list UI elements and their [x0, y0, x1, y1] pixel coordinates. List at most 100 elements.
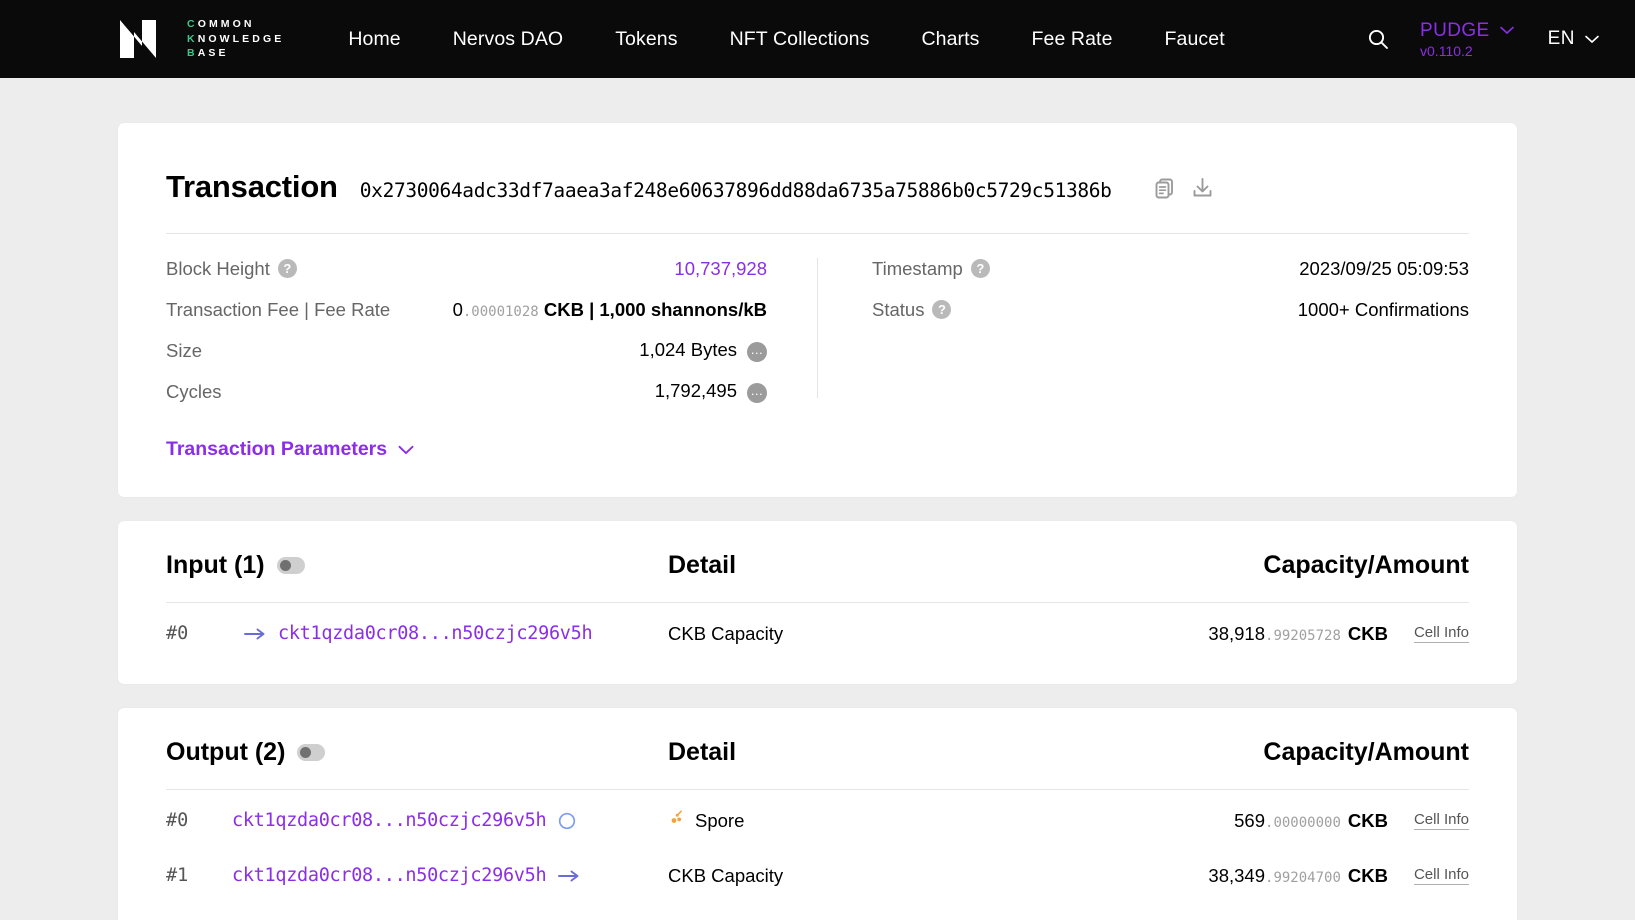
nav-item-nft-collections[interactable]: NFT Collections	[704, 28, 896, 51]
search-icon	[1368, 29, 1388, 49]
nav-item-home[interactable]: Home	[330, 28, 426, 51]
input-col-capacity: Capacity/Amount	[1263, 551, 1469, 579]
transaction-fields-right: Timestamp ? 2023/09/25 05:09:53 Status ?…	[818, 248, 1469, 412]
input-detail-label: CKB Capacity	[668, 622, 784, 644]
transaction-overview-card: Transaction 0x2730064adc33df7aaea3af248e…	[118, 123, 1517, 497]
site-header: COMMON KNOWLEDGE BASE Home Nervos DAO To…	[0, 0, 1635, 78]
main-nav: Home Nervos DAO Tokens NFT Collections C…	[330, 28, 1250, 51]
timestamp-value: 2023/09/25 05:09:53	[1299, 257, 1469, 279]
more-icon[interactable]: …	[747, 341, 767, 362]
help-icon[interactable]: ?	[932, 300, 952, 319]
output-cell-index: #1 ckt1qzda0cr08...n50czjc296v5h	[166, 865, 668, 886]
field-label-text: Transaction Fee | Fee Rate	[166, 298, 391, 320]
copy-hash-button[interactable]	[1152, 175, 1177, 200]
output-title-label: Output (2)	[166, 738, 286, 766]
logo-text: COMMON KNOWLEDGE BASE	[187, 19, 284, 59]
capacity-decimal: .00000000	[1265, 814, 1341, 831]
copy-icon	[1155, 178, 1173, 198]
help-icon[interactable]: ?	[277, 259, 297, 278]
field-transaction-fee: Transaction Fee | Fee Rate 0.00001028 CK…	[166, 289, 767, 330]
chevron-down-icon	[1499, 26, 1514, 35]
chain-selector[interactable]: PUDGE v0.110.2	[1420, 20, 1514, 59]
transaction-fee-value: 0.00001028 CKB | 1,000 shannons/kB	[453, 299, 767, 321]
field-label: Timestamp ?	[872, 258, 990, 280]
field-status: Status ? 1000+ Confirmations	[872, 289, 1469, 330]
input-card: Input (1) Detail Capacity/Amount #0 ckt1…	[118, 521, 1517, 684]
size-value: 1,024 Bytes	[639, 339, 737, 361]
capacity-integer: 569	[1234, 809, 1266, 831]
field-size: Size 1,024 Bytes …	[166, 330, 767, 371]
arrow-right-icon	[558, 869, 580, 883]
table-row: #0 ckt1qzda0cr08...n50czjc296v5h CKB Cap…	[166, 603, 1469, 658]
output-card: Output (2) Detail Capacity/Amount #0 ckt…	[118, 708, 1517, 920]
row-index: #0	[166, 623, 189, 644]
cycles-value: 1,792,495	[654, 380, 737, 402]
output-detail-label: CKB Capacity	[668, 864, 784, 886]
more-icon[interactable]: …	[747, 382, 767, 403]
search-button[interactable]	[1358, 19, 1398, 59]
chain-name: PUDGE	[1420, 19, 1490, 41]
cell-info-button[interactable]: Cell Info	[1413, 624, 1469, 643]
output-capacity: 38,349.99204700 CKB Cell Info	[1140, 865, 1469, 887]
nav-item-charts[interactable]: Charts	[895, 28, 1005, 51]
output-cell-index: #0 ckt1qzda0cr08...n50czjc296v5h	[166, 810, 668, 831]
size-value-wrap: 1,024 Bytes …	[639, 339, 767, 362]
field-label: Size	[166, 340, 202, 362]
fee-integer: 0	[452, 298, 463, 320]
output-header: Output (2) Detail Capacity/Amount	[166, 738, 1469, 789]
transaction-parameters-label: Transaction Parameters	[166, 438, 388, 460]
field-label: Status ?	[872, 298, 952, 321]
input-header: Input (1) Detail Capacity/Amount	[166, 551, 1469, 602]
transaction-parameters-toggle[interactable]: Transaction Parameters	[166, 438, 414, 461]
chain-row: PUDGE	[1420, 20, 1514, 42]
cell-info-button[interactable]: Cell Info	[1413, 811, 1469, 830]
output-col-detail: Detail	[668, 738, 737, 766]
output-title: Output (2)	[166, 738, 668, 767]
input-capacity: 38,918.99205728 CKB Cell Info	[1140, 623, 1469, 645]
input-view-toggle[interactable]	[276, 557, 305, 574]
chevron-down-icon	[1585, 35, 1599, 43]
download-icon	[1193, 177, 1211, 196]
input-title: Input (1)	[166, 551, 668, 580]
field-timestamp: Timestamp ? 2023/09/25 05:09:53	[872, 248, 1469, 289]
output-address-link[interactable]: ckt1qzda0cr08...n50czjc296v5h	[232, 865, 547, 886]
fee-unit: CKB | 1,000 shannons/kB	[543, 298, 767, 320]
transaction-fields-left: Block Height ? 10,737,928 Transaction Fe…	[166, 248, 817, 412]
field-label: Block Height ?	[166, 258, 297, 280]
transaction-header: Transaction 0x2730064adc33df7aaea3af248e…	[166, 169, 1469, 205]
language-label: EN	[1547, 28, 1575, 49]
output-col-capacity: Capacity/Amount	[1263, 738, 1469, 766]
input-address-link[interactable]: ckt1qzda0cr08...n50czjc296v5h	[278, 623, 593, 644]
language-selector[interactable]: EN	[1548, 28, 1599, 50]
nav-item-tokens[interactable]: Tokens	[589, 28, 703, 51]
field-label-text: Size	[166, 339, 202, 361]
output-detail: Spore	[668, 809, 1140, 832]
capacity-unit: CKB	[1347, 864, 1388, 886]
transaction-hash-actions	[1152, 175, 1215, 200]
output-address-link[interactable]: ckt1qzda0cr08...n50czjc296v5h	[232, 810, 547, 831]
transaction-fields: Block Height ? 10,737,928 Transaction Fe…	[166, 234, 1469, 412]
capacity-decimal: .99204700	[1265, 869, 1341, 886]
logo-line-3: BASE	[187, 47, 229, 60]
field-label-text: Status	[872, 298, 925, 320]
logo-mark-icon	[120, 20, 156, 58]
field-label-text: Block Height	[166, 257, 270, 279]
nav-item-fee-rate[interactable]: Fee Rate	[1006, 28, 1139, 51]
field-cycles: Cycles 1,792,495 …	[166, 371, 767, 412]
nav-item-nervos-dao[interactable]: Nervos DAO	[427, 28, 589, 51]
circle-icon[interactable]	[558, 812, 576, 830]
input-cell-index: #0 ckt1qzda0cr08...n50czjc296v5h	[166, 623, 668, 644]
arrow-right-icon	[244, 627, 266, 641]
download-button[interactable]	[1190, 175, 1215, 200]
help-icon[interactable]: ?	[970, 259, 990, 278]
block-height-value[interactable]: 10,737,928	[674, 258, 767, 280]
chevron-down-icon	[398, 445, 414, 454]
nav-item-faucet[interactable]: Faucet	[1139, 28, 1251, 51]
page-body: Transaction 0x2730064adc33df7aaea3af248e…	[0, 78, 1635, 920]
field-label: Transaction Fee | Fee Rate	[166, 299, 390, 321]
cell-info-button[interactable]: Cell Info	[1413, 866, 1469, 885]
output-view-toggle[interactable]	[297, 744, 326, 761]
field-label: Cycles	[166, 381, 222, 403]
output-capacity: 569.00000000 CKB Cell Info	[1140, 810, 1469, 832]
logo[interactable]: COMMON KNOWLEDGE BASE	[118, 18, 284, 60]
